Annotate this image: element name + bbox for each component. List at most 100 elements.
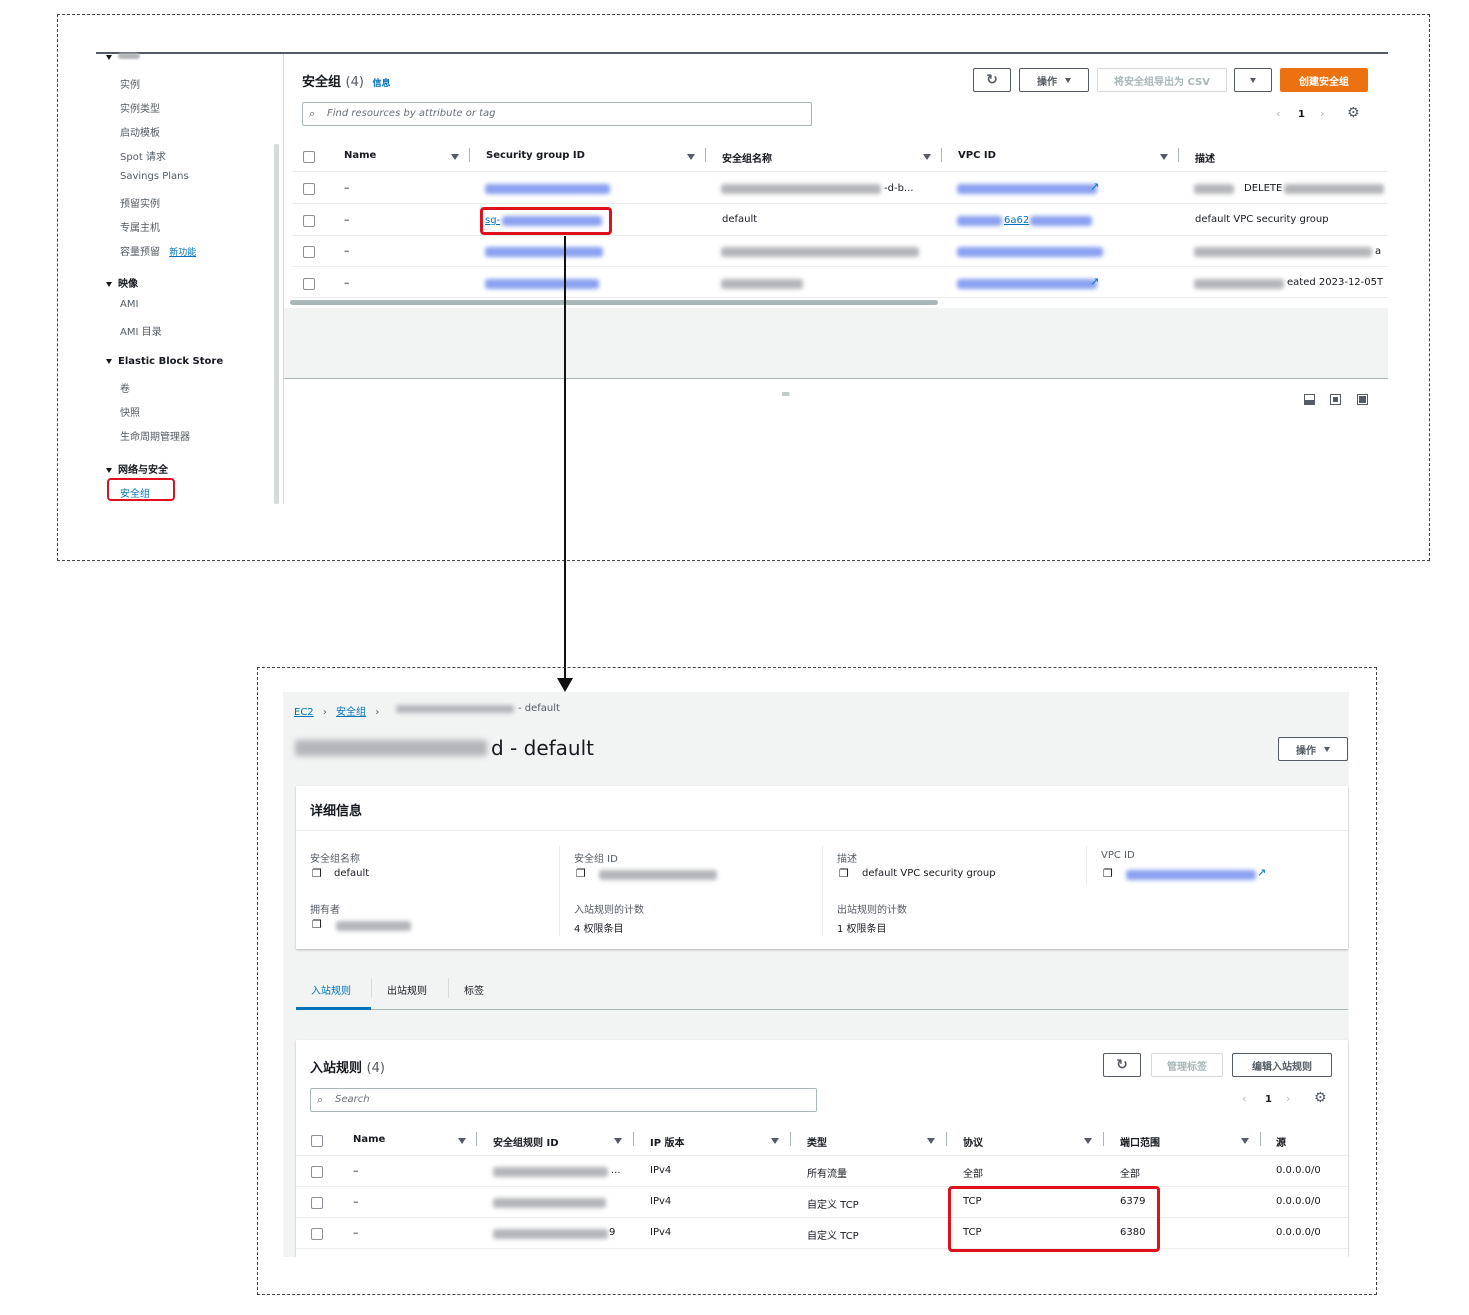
outbound-count-label: 出站规则的计数 <box>837 905 907 916</box>
rule-id-redacted <box>493 1167 608 1177</box>
details-header: 详细信息 <box>310 804 363 819</box>
sort-icon[interactable] <box>771 1138 779 1144</box>
details-divider <box>296 830 1348 831</box>
chevron-down-icon <box>1324 746 1330 752</box>
column-divider <box>822 846 823 936</box>
col-ip-version-header[interactable]: IP 版本 <box>650 1134 685 1149</box>
copy-icon[interactable]: ❐ <box>839 867 849 880</box>
sg-id-redacted <box>599 870 717 880</box>
tab-tags[interactable]: 标签 <box>464 982 484 997</box>
row-rule-id: ... <box>611 1165 621 1176</box>
sort-icon[interactable] <box>614 1138 622 1144</box>
inbound-rules-container: 入站规则 (4) ↻ 管理标签 编辑入站规则 ⌕ Search ‹ 1 › ⚙ … <box>296 1040 1348 1257</box>
row-checkbox[interactable] <box>311 1166 323 1178</box>
breadcrumb-current: - default <box>518 703 560 714</box>
vpc-id-label: VPC ID <box>1101 850 1135 861</box>
col-source-header[interactable]: 源 <box>1276 1134 1286 1149</box>
row-name: – <box>353 1164 359 1177</box>
sort-icon[interactable] <box>1084 1138 1092 1144</box>
pagination-page[interactable]: 1 <box>1265 1094 1272 1105</box>
active-tab-indicator <box>296 1007 371 1010</box>
copy-icon[interactable]: ❐ <box>576 867 586 880</box>
refresh-button[interactable]: ↻ <box>1103 1053 1141 1077</box>
sg-id-label: 安全组 ID <box>574 854 618 865</box>
inbound-count-value: 4 权限条目 <box>574 924 624 935</box>
pagination-prev[interactable]: ‹ <box>1242 1092 1246 1105</box>
sg-name-value: default <box>334 868 370 879</box>
search-icon: ⌕ <box>317 1093 324 1106</box>
col-divider <box>1260 1132 1261 1146</box>
col-name-header[interactable]: Name <box>353 1134 385 1145</box>
sg-name-label: 安全组名称 <box>310 854 360 865</box>
row-port-range: 全部 <box>1120 1169 1140 1180</box>
owner-label: 拥有者 <box>310 905 340 916</box>
pagination-next[interactable]: › <box>1286 1092 1290 1105</box>
row-checkbox[interactable] <box>311 1228 323 1240</box>
col-divider <box>476 1132 477 1146</box>
tab-divider <box>371 978 372 998</box>
row-ip-version: IPv4 <box>650 1196 672 1207</box>
settings-gear-icon[interactable]: ⚙ <box>1314 1090 1327 1106</box>
copy-icon[interactable]: ❐ <box>312 867 322 880</box>
owner-redacted <box>336 921 411 931</box>
page-title: d - default <box>491 736 594 760</box>
row-checkbox[interactable] <box>311 1197 323 1209</box>
row-name: – <box>353 1195 359 1208</box>
chevron-right-icon: › <box>375 707 380 718</box>
copy-icon[interactable]: ❐ <box>312 918 322 931</box>
row-rule-id: 9 <box>609 1227 616 1238</box>
refresh-icon: ↻ <box>1116 1057 1128 1073</box>
column-divider <box>1086 846 1087 886</box>
description-value: default VPC security group <box>862 868 996 879</box>
sort-icon[interactable] <box>1241 1138 1249 1144</box>
select-all-checkbox[interactable] <box>311 1135 323 1147</box>
row-ip-version: IPv4 <box>650 1165 672 1176</box>
manage-tags-button[interactable]: 管理标签 <box>1151 1053 1223 1077</box>
row-type: 所有流量 <box>807 1169 847 1180</box>
row-type: 自定义 TCP <box>807 1200 859 1211</box>
breadcrumb: EC2 › 安全组 › <box>294 703 385 718</box>
inbound-rules-title: 入站规则 (4) <box>310 1061 385 1076</box>
copy-icon[interactable]: ❐ <box>1103 867 1113 880</box>
tab-divider <box>448 978 449 998</box>
breadcrumb-security-groups[interactable]: 安全组 <box>336 707 366 718</box>
inbound-count-label: 入站规则的计数 <box>574 905 644 916</box>
col-rule-id-header[interactable]: 安全组规则 ID <box>493 1134 559 1149</box>
col-protocol-header[interactable]: 协议 <box>963 1134 983 1149</box>
row-divider <box>296 1248 1348 1249</box>
row-source: 0.0.0.0/0 <box>1276 1165 1321 1176</box>
edit-inbound-rules-button[interactable]: 编辑入站规则 <box>1232 1053 1332 1077</box>
row-source: 0.0.0.0/0 <box>1276 1196 1321 1207</box>
column-divider <box>559 846 560 936</box>
col-type-header[interactable]: 类型 <box>807 1134 827 1149</box>
col-divider <box>946 1132 947 1146</box>
vpc-id-link[interactable] <box>1126 870 1256 880</box>
search-input[interactable]: ⌕ Search <box>310 1088 817 1112</box>
details-container: 详细信息 安全组名称 ❐ default 安全组 ID ❐ 描述 ❐ defau… <box>296 786 1348 949</box>
tabs-baseline <box>296 1009 1348 1010</box>
row-type: 自定义 TCP <box>807 1231 859 1242</box>
tab-inbound-rules[interactable]: 入站规则 <box>311 982 351 997</box>
rule-id-redacted <box>493 1198 606 1208</box>
col-port-range-header[interactable]: 端口范围 <box>1120 1134 1160 1149</box>
sort-icon[interactable] <box>927 1138 935 1144</box>
chevron-right-icon: › <box>322 707 327 718</box>
col-divider <box>790 1132 791 1146</box>
tab-outbound-rules[interactable]: 出站规则 <box>387 982 427 997</box>
external-link-icon[interactable]: ↗ <box>1257 866 1266 879</box>
breadcrumb-ec2[interactable]: EC2 <box>294 707 314 718</box>
title-redacted <box>295 740 487 756</box>
row-divider <box>296 1186 1348 1187</box>
breadcrumb-redacted <box>396 705 514 713</box>
col-divider <box>1103 1132 1104 1146</box>
row-protocol: 全部 <box>963 1169 983 1180</box>
row-name: – <box>353 1226 359 1239</box>
header-divider <box>296 1155 1348 1156</box>
sort-icon[interactable] <box>458 1138 466 1144</box>
rule-id-redacted <box>493 1229 608 1239</box>
security-group-detail-screenshot: EC2 › 安全组 › - default d - default 操作 详细信… <box>283 692 1349 1257</box>
row-ip-version: IPv4 <box>650 1227 672 1238</box>
detail-actions-button[interactable]: 操作 <box>1278 737 1348 761</box>
row-divider <box>296 1217 1348 1218</box>
ports-highlight-box <box>948 1186 1160 1252</box>
